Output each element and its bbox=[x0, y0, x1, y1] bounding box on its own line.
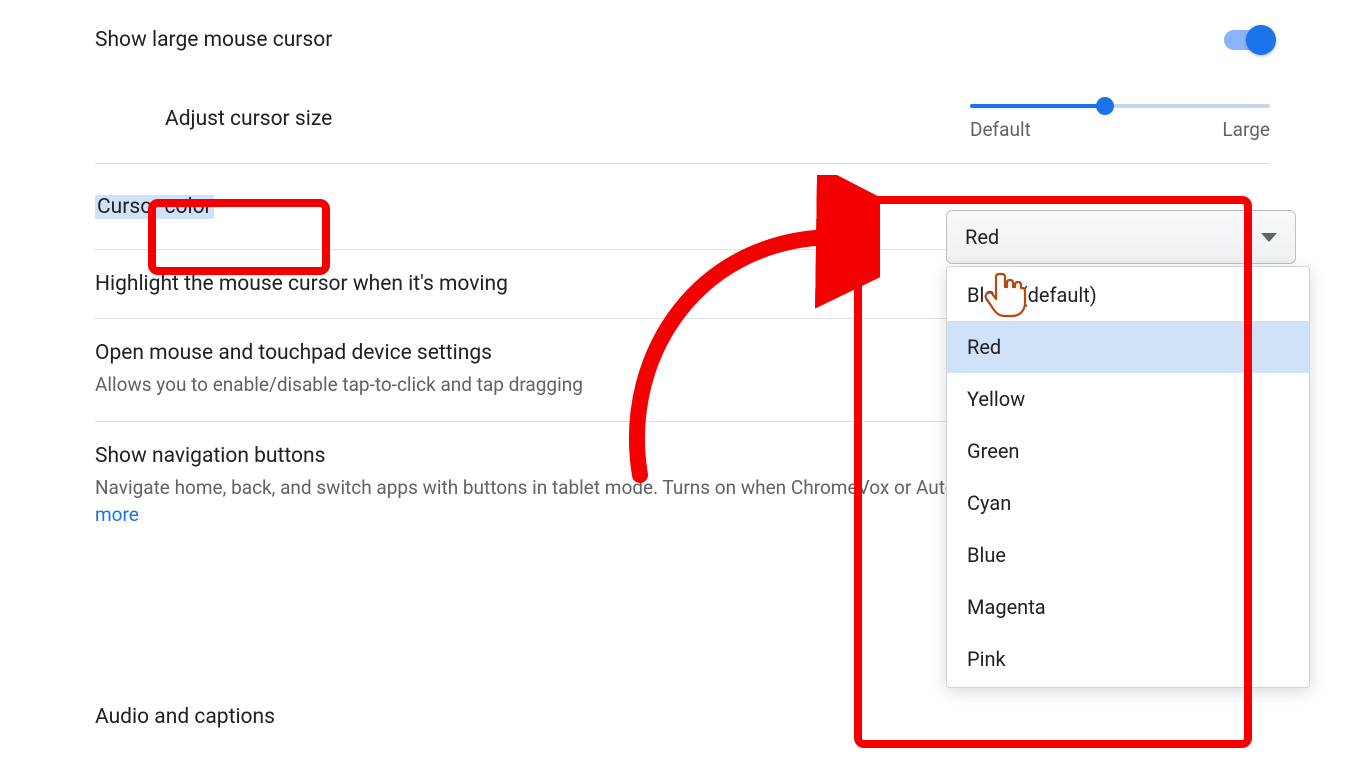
color-option-yellow[interactable]: Yellow bbox=[947, 373, 1309, 425]
chevron-down-icon bbox=[1261, 233, 1277, 242]
cursor-color-selected-value: Red bbox=[965, 225, 999, 249]
color-option-cyan[interactable]: Cyan bbox=[947, 477, 1309, 529]
slider-max-label: Large bbox=[1222, 118, 1270, 141]
slider-min-label: Default bbox=[970, 118, 1031, 141]
slider-track bbox=[970, 104, 1270, 108]
row-large-cursor: Show large mouse cursor bbox=[95, 0, 1270, 74]
adjust-size-label: Adjust cursor size bbox=[165, 107, 930, 131]
color-option-blue[interactable]: Blue bbox=[947, 529, 1309, 581]
large-cursor-label: Show large mouse cursor bbox=[95, 28, 1184, 52]
cursor-size-slider[interactable]: Default Large bbox=[970, 96, 1270, 141]
slider-fill bbox=[970, 104, 1105, 108]
section-audio-captions: Audio and captions bbox=[95, 705, 275, 729]
large-cursor-toggle[interactable] bbox=[1224, 30, 1270, 50]
cursor-color-select[interactable]: Red bbox=[946, 210, 1296, 264]
slider-thumb[interactable] bbox=[1096, 97, 1114, 115]
color-option-green[interactable]: Green bbox=[947, 425, 1309, 477]
color-option-pink[interactable]: Pink bbox=[947, 633, 1309, 685]
color-option-red[interactable]: Red bbox=[947, 321, 1309, 373]
color-option-black[interactable]: Black (default) bbox=[947, 269, 1309, 321]
toggle-knob bbox=[1246, 25, 1276, 55]
row-adjust-size: Adjust cursor size Default Large bbox=[95, 74, 1270, 164]
cursor-color-dropdown: Black (default) Red Yellow Green Cyan Bl… bbox=[946, 266, 1310, 688]
color-option-magenta[interactable]: Magenta bbox=[947, 581, 1309, 633]
cursor-color-label: Cursor color bbox=[95, 195, 214, 219]
cursor-color-select-wrap: Red Black (default) Red Yellow Green Cya… bbox=[946, 210, 1310, 264]
